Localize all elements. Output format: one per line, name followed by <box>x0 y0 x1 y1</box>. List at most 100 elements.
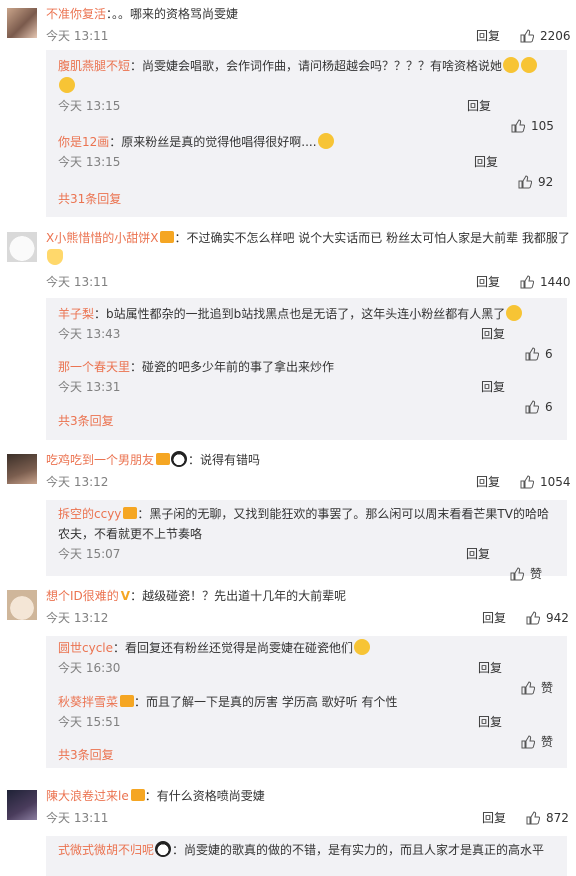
panda-emoji-icon <box>171 451 188 467</box>
like-button[interactable]: 92 <box>518 172 553 192</box>
username-link[interactable]: 陳大浪卷过来le <box>46 789 129 803</box>
timestamp: 今天 13:31 <box>58 380 121 394</box>
like-button[interactable]: 赞 <box>510 564 542 584</box>
comment-meta: 今天 13:11 回复 2206 <box>46 26 571 46</box>
like-count: 942 <box>546 611 569 625</box>
reply-text: ：尚雯婕会唱歌，会作词作曲，请问杨超越会吗？？？？有啥资格说她 <box>130 59 503 73</box>
emoji-icon <box>521 57 538 73</box>
reply-button[interactable]: 回复 <box>481 377 505 397</box>
thumb-up-icon <box>520 29 534 43</box>
emoji-icon <box>503 57 520 73</box>
reply-body: 式微式微胡不归呢 ：尚雯婕的歌真的做的不错，是有实力的，而且人家才是真正的高水平 <box>58 840 557 860</box>
like-button[interactable]: 6 <box>525 397 553 417</box>
reply-item: 那一个春天里：碰瓷的吧多少年前的事了拿出来炒作 今天 13:31 回复 6 <box>58 357 557 414</box>
timestamp: 今天 13:15 <box>58 99 121 113</box>
reply-meta: 今天 16:30 回复 赞 <box>58 658 557 695</box>
reply-text: ：而且了解一下是真的厉害 学历高 歌好听 有个性 <box>134 695 398 709</box>
like-count: 872 <box>546 811 569 825</box>
username-link[interactable]: 想个ID很难的 <box>46 589 119 603</box>
emoji-icon <box>506 305 523 321</box>
username-link[interactable]: 那一个春天里 <box>58 360 130 374</box>
timestamp: 今天 13:15 <box>58 155 121 169</box>
username-link[interactable]: 秋葵拌雪菜 <box>58 695 118 709</box>
reply-meta: 今天 13:43 回复 6 <box>58 324 557 361</box>
reply-button[interactable]: 回复 <box>467 96 491 116</box>
reply-thread: 羊子梨：b站属性都杂的一批追到b站找黑点也是无语了，这年头连小粉丝都有人黑了 今… <box>46 298 567 440</box>
like-button[interactable]: 872 <box>526 808 569 828</box>
like-button[interactable]: 1440 <box>520 272 571 292</box>
reply-meta: 今天 13:31 回复 6 <box>58 377 557 414</box>
vip-badge-icon <box>156 453 171 465</box>
reply-text: ：原来粉丝是真的觉得他唱得很好啊.... <box>109 135 317 149</box>
comment-body: 想个ID很难的 V：越级碰瓷！？先出道十几年的大前辈呢 <box>46 586 570 606</box>
like-button[interactable]: 赞 <box>521 732 553 752</box>
username-link[interactable]: 式微式微胡不归呢 <box>58 843 154 857</box>
like-count: 6 <box>545 400 553 414</box>
like-count: 2206 <box>540 29 571 43</box>
reply-body: 腹肌燕腿不短：尚雯婕会唱歌，会作词作曲，请问杨超越会吗？？？？有啥资格说她 <box>58 56 557 96</box>
thumb-up-icon <box>518 175 532 189</box>
panda-emoji-icon <box>155 841 172 857</box>
more-replies-link[interactable]: 共3条回复 <box>58 412 114 429</box>
timestamp: 今天 13:11 <box>46 29 109 43</box>
timestamp: 今天 13:12 <box>46 475 109 489</box>
reply-button[interactable]: 回复 <box>482 608 506 628</box>
avatar[interactable] <box>7 590 37 620</box>
comment-text: ：有什么资格喷尚雯婕 <box>144 789 265 803</box>
reply-button[interactable]: 回复 <box>476 26 500 46</box>
reply-text: ：b站属性都杂的一批追到b站找黑点也是无语了，这年头连小粉丝都有人黑了 <box>94 307 506 321</box>
reply-text: ：碰瓷的吧多少年前的事了拿出来炒作 <box>130 360 335 374</box>
vip-badge-icon <box>120 695 135 707</box>
reply-button[interactable]: 回复 <box>482 808 506 828</box>
like-count: 1440 <box>540 275 571 289</box>
username-link[interactable]: 圆世cycle <box>58 641 113 655</box>
reply-button[interactable]: 回复 <box>478 712 502 732</box>
avatar[interactable] <box>7 790 37 820</box>
comment-text: ：。。哪来的资格骂尚雯婕 <box>106 7 239 21</box>
reply-body: 秋葵拌雪菜 ：而且了解一下是真的厉害 学历高 歌好听 有个性 <box>58 692 557 712</box>
like-count: 赞 <box>541 735 554 749</box>
comment-text: ：越级碰瓷！？先出道十几年的大前辈呢 <box>130 589 347 603</box>
reply-button[interactable]: 回复 <box>476 472 500 492</box>
username-link[interactable]: 羊子梨 <box>58 307 94 321</box>
verified-v-icon: V <box>120 589 131 603</box>
username-link[interactable]: 吃鸡吃到一个男朋友 <box>46 453 154 467</box>
emoji-icon <box>317 133 334 149</box>
username-link[interactable]: 拆空的ccyy <box>58 507 121 521</box>
like-button[interactable]: 1054 <box>520 472 571 492</box>
reply-item: 腹肌燕腿不短：尚雯婕会唱歌，会作词作曲，请问杨超越会吗？？？？有啥资格说她 今天… <box>58 56 557 133</box>
avatar[interactable] <box>7 232 37 262</box>
like-count: 92 <box>538 175 554 189</box>
reply-button[interactable]: 回复 <box>481 324 505 344</box>
more-replies-link[interactable]: 共3条回复 <box>58 746 114 763</box>
timestamp: 今天 15:51 <box>58 715 121 729</box>
reply-button[interactable]: 回复 <box>474 152 498 172</box>
username-link[interactable]: 腹肌燕腿不短 <box>58 59 130 73</box>
timestamp: 今天 13:11 <box>46 811 109 825</box>
username-link[interactable]: X小熊惜惜的小甜饼X <box>46 231 158 245</box>
more-replies-link[interactable]: 共31条回复 <box>58 190 121 207</box>
reply-item: 圆世cycle：看回复还有粉丝还觉得是尚雯婕在碰瓷他们 今天 16:30 回复 … <box>58 638 557 695</box>
like-button[interactable]: 942 <box>526 608 569 628</box>
vip-badge-icon <box>130 789 145 801</box>
avatar[interactable] <box>7 454 37 484</box>
reply-meta: 今天 15:07 回复 赞 <box>58 544 557 581</box>
thumb-up-icon <box>526 611 540 625</box>
reply-button[interactable]: 回复 <box>476 272 500 292</box>
reply-button[interactable]: 回复 <box>466 544 490 564</box>
reply-thread: 拆空的ccyy ：黑子闲的无聊，又找到能狂欢的事罢了。那么闲可以周末看看芒果TV的… <box>46 500 567 581</box>
avatar[interactable] <box>7 8 37 38</box>
timestamp: 今天 16:30 <box>58 661 121 675</box>
username-link[interactable]: 你是12画 <box>58 135 109 149</box>
reply-button[interactable]: 回复 <box>478 658 502 678</box>
reply-body: 羊子梨：b站属性都杂的一批追到b站找黑点也是无语了，这年头连小粉丝都有人黑了 <box>58 304 557 324</box>
emoji-icon <box>47 249 63 265</box>
thumb-up-icon <box>521 735 535 749</box>
reply-item: 你是12画：原来粉丝是真的觉得他唱得很好啊.... 今天 13:15 回复 92 <box>58 132 557 189</box>
like-button[interactable]: 2206 <box>520 26 571 46</box>
timestamp: 今天 13:43 <box>58 327 121 341</box>
reply-thread: 式微式微胡不归呢 ：尚雯婕的歌真的做的不错，是有实力的，而且人家才是真正的高水平 <box>46 836 567 876</box>
reply-item: 秋葵拌雪菜 ：而且了解一下是真的厉害 学历高 歌好听 有个性 今天 15:51 回… <box>58 692 557 749</box>
reply-body: 你是12画：原来粉丝是真的觉得他唱得很好啊.... <box>58 132 557 152</box>
username-link[interactable]: 不准你复活 <box>46 7 106 21</box>
